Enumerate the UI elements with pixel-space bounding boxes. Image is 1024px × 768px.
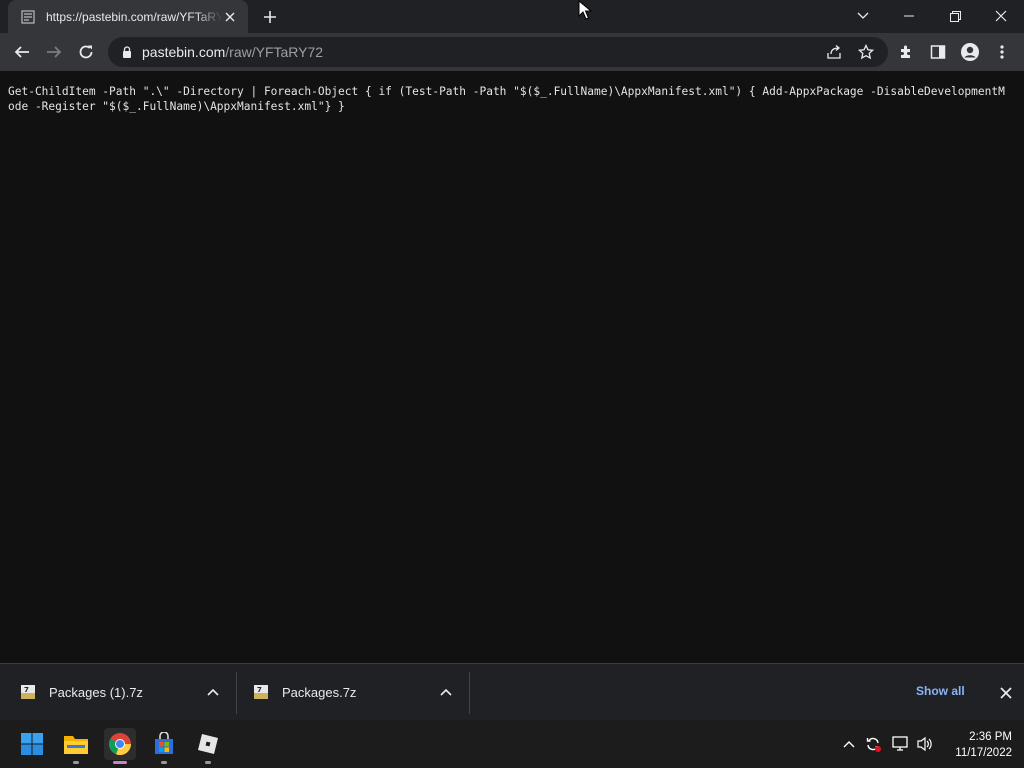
download-item[interactable]: 7 Packages (1).7z [0, 672, 236, 712]
clock-time: 2:36 PM [969, 731, 1012, 743]
browser-toolbar: pastebin.com/raw/YFTaRY72 [0, 33, 1024, 71]
show-hidden-icons-chevron-icon[interactable] [839, 734, 859, 754]
profile-avatar-icon[interactable] [956, 38, 984, 66]
chrome-icon[interactable] [104, 728, 136, 764]
share-icon[interactable] [820, 38, 848, 66]
page-content: Get-ChildItem -Path ".\" -Directory | Fo… [0, 71, 1024, 663]
url-text[interactable]: pastebin.com/raw/YFTaRY72 [142, 44, 323, 60]
network-icon[interactable] [891, 734, 911, 754]
mouse-cursor-icon [578, 0, 592, 20]
download-filename: Packages.7z [282, 685, 357, 700]
minimize-button[interactable] [886, 0, 932, 32]
file-explorer-icon[interactable] [60, 728, 92, 764]
tab-close-icon[interactable] [222, 9, 238, 25]
chevron-up-icon[interactable] [205, 684, 221, 700]
forward-button[interactable] [40, 38, 68, 66]
download-bar: 7 Packages (1).7z 7 Packages.7z Show all [0, 663, 1024, 720]
windows-taskbar: 2:36 PM 11/17/2022 [0, 720, 1024, 768]
new-tab-button[interactable] [258, 6, 282, 28]
restore-button[interactable] [932, 0, 978, 32]
divider [469, 672, 470, 714]
download-filename: Packages (1).7z [49, 685, 143, 700]
close-download-bar-icon[interactable] [996, 683, 1016, 703]
side-panel-icon[interactable] [924, 38, 952, 66]
back-button[interactable] [8, 38, 36, 66]
volume-icon[interactable] [915, 734, 935, 754]
sync-status-icon[interactable] [863, 734, 883, 754]
tab-pastebin[interactable]: https://pastebin.com/raw/YFTaRYT72 [8, 0, 248, 33]
extensions-puzzle-icon[interactable] [892, 38, 920, 66]
svg-text:7: 7 [24, 686, 29, 694]
roblox-icon[interactable] [192, 728, 224, 764]
system-clock[interactable]: 2:36 PM 11/17/2022 [940, 729, 1012, 761]
active-indicator [113, 761, 127, 764]
tab-title: https://pastebin.com/raw/YFTaRYT72 [46, 9, 222, 24]
clock-date: 11/17/2022 [955, 747, 1012, 759]
bookmark-star-icon[interactable] [852, 38, 880, 66]
tab-search-chevron-icon[interactable] [840, 0, 886, 32]
pastebin-favicon-icon [20, 9, 36, 25]
microsoft-store-icon[interactable] [148, 728, 180, 764]
show-all-button[interactable]: Show all [916, 684, 965, 698]
raw-paste-text: Get-ChildItem -Path ".\" -Directory | Fo… [8, 85, 1005, 113]
close-window-button[interactable] [978, 0, 1024, 32]
chevron-up-icon[interactable] [438, 684, 454, 700]
start-button[interactable] [16, 728, 48, 760]
running-indicator [161, 761, 167, 764]
url-host: pastebin.com [142, 44, 226, 60]
archive-file-icon: 7 [20, 684, 36, 700]
archive-file-icon: 7 [253, 684, 269, 700]
lock-icon[interactable] [120, 45, 134, 59]
running-indicator [205, 761, 211, 764]
download-item[interactable]: 7 Packages.7z [237, 672, 469, 712]
reload-button[interactable] [72, 38, 100, 66]
tab-strip: https://pastebin.com/raw/YFTaRYT72 [0, 0, 1024, 33]
kebab-menu-icon[interactable] [988, 38, 1016, 66]
address-bar[interactable]: pastebin.com/raw/YFTaRY72 [108, 37, 888, 67]
running-indicator [73, 761, 79, 764]
svg-text:7: 7 [257, 686, 262, 694]
url-path: /raw/YFTaRY72 [225, 44, 324, 60]
